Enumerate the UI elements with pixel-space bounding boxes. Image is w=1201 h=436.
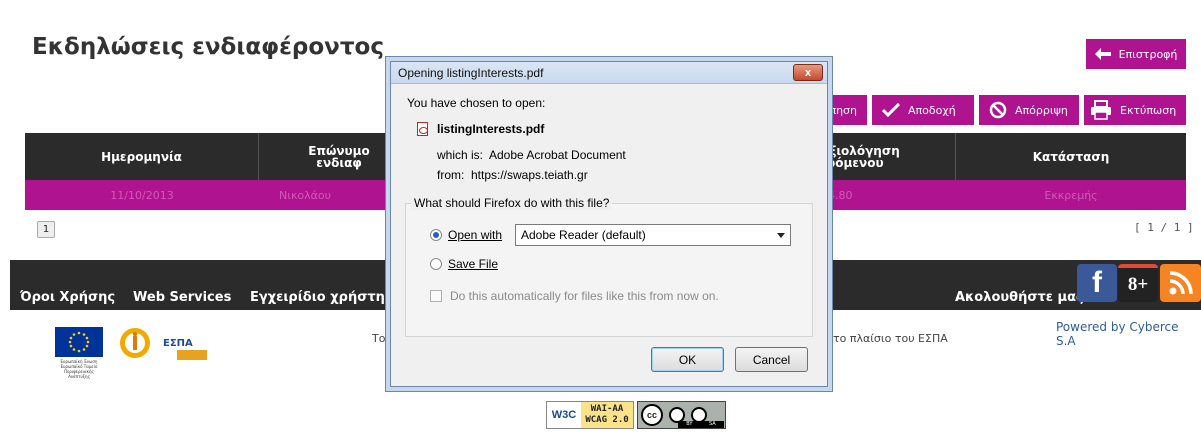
from-label: from: [437,168,465,182]
column-surname[interactable]: Επώνυμο ενδιαφ [259,133,390,180]
facebook-glyph: f [1092,266,1102,299]
wai-level: WAI-AA [590,404,624,414]
rss-icon[interactable] [1160,264,1201,302]
cc-sa-label: SA [709,421,716,427]
print-label: Εκτύπωση [1120,103,1177,117]
printer-icon [1091,100,1111,120]
espa-logo-band [177,350,207,360]
file-type-value: Adobe Acrobat Document [489,148,626,162]
accept-button[interactable]: Αποδοχή [872,95,974,125]
block-icon [989,101,1007,119]
operational-programme-logo [116,326,154,364]
cell-surname: Νικολάου [279,188,332,202]
save-file-label[interactable]: Save File [448,257,498,271]
action-group-label: What should Firefox do with this file? [411,196,613,210]
footer-text-right: στο πλαίσιο του ΕΣΠΑ [826,332,948,345]
w3c-logo: W3C [551,409,577,421]
user-manual-link[interactable]: Εγχειρίδιο χρήστη [250,290,385,305]
open-file-dialog: Opening listingInterests.pdf x You have … [390,61,828,387]
rss-glyph [1169,271,1193,295]
ok-button[interactable]: OK [651,347,724,372]
facebook-icon[interactable]: f [1077,264,1117,302]
chevron-down-icon [777,233,785,238]
accept-label: Αποδοχή [908,103,956,117]
eu-caption: Ευρωπαϊκή Ένωση Ευρωπαϊκό Ταμείο Περιφερ… [60,359,98,379]
dialog-filename: listingInterests.pdf [437,122,545,136]
footer-text-left: Το [372,332,386,345]
column-status[interactable]: Κατάσταση [956,133,1186,180]
pager-info: [ 1 / 1 ] [1134,221,1194,234]
google-plus-icon[interactable]: 8+ [1118,264,1158,302]
reject-button[interactable]: Απόρριψη [979,95,1079,125]
pdf-file-icon [417,122,428,136]
column-evaluation-line1: Αξιολόγηση [820,143,900,158]
dialog-title: Opening listingInterests.pdf [398,66,544,80]
wcag-version: WCAG 2.0 [585,415,629,425]
pager-page-1[interactable]: 1 [37,221,55,238]
close-icon: x [804,66,812,79]
ops-logo-icon [120,328,150,358]
which-is-label: which is: [437,148,484,162]
open-with-label[interactable]: Open with [448,228,502,242]
column-evaluation-line2: ερόμενου [820,155,884,170]
eu-stars-icon [68,331,90,353]
save-file-radio[interactable] [430,258,442,270]
cc-by-label: BY [686,421,693,427]
evaluate-label: πηση [829,103,857,117]
auto-label: Do this automatically for files like thi… [450,289,719,303]
creative-commons-badge[interactable]: cc BY SA [637,401,726,429]
wcag-badge[interactable]: W3C WAI-AA WCAG 2.0 [546,401,634,429]
open-with-value: Adobe Reader (default) [521,228,646,242]
print-button[interactable]: Εκτύπωση [1084,95,1186,125]
close-button[interactable]: x [793,64,823,81]
cell-status: Εκκρεμής [1044,188,1098,202]
wai-label: WAI-AA WCAG 2.0 [581,402,633,428]
dialog-titlebar[interactable]: Opening listingInterests.pdf x [391,62,827,84]
back-button[interactable]: Επιστροφή [1086,39,1186,69]
terms-link[interactable]: Όροι Χρήσης [20,290,115,305]
google-plus-glyph: 8+ [1127,274,1149,295]
cancel-button[interactable]: Cancel [735,347,808,372]
cell-date: 11/10/2013 [110,188,174,202]
column-date[interactable]: Ημερομηνία [25,133,259,180]
cell-score: 4.80 [828,188,853,202]
web-services-link[interactable]: Web Services [133,290,231,305]
cc-icon: cc [641,404,663,426]
powered-by-link[interactable]: Powered by Cyberce S.A [1056,320,1201,348]
reject-label: Απόρριψη [1015,103,1068,117]
espa-logo: ΕΣΠΑ [163,338,193,349]
from-value: https://swaps.teiath.gr [471,168,588,182]
cc-labels: BY SA [678,421,724,428]
auto-checkbox[interactable] [430,290,442,302]
follow-us-label: Ακολουθήστε μας: [955,290,1089,305]
dialog-intro: You have chosen to open: [407,96,546,110]
open-with-select[interactable]: Adobe Reader (default) [515,224,791,246]
back-label: Επιστροφή [1118,47,1178,61]
page-title: Εκδηλώσεις ενδιαφέροντος [32,34,384,60]
eu-flag-logo [55,327,103,357]
checkmark-icon [882,103,900,117]
arrow-left-icon [1094,48,1111,60]
open-with-radio[interactable] [430,229,442,241]
